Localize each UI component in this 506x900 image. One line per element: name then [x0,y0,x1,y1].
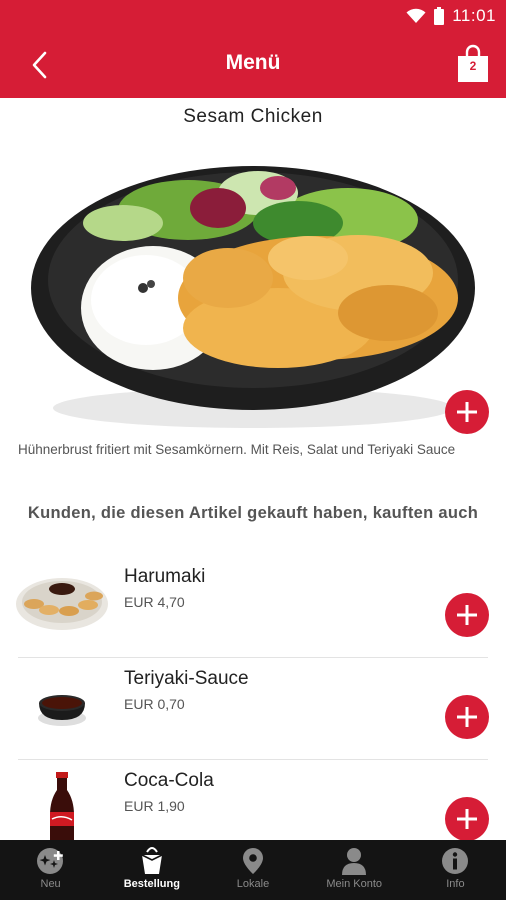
nav-label: Bestellung [123,878,180,890]
takeaway-box-icon [136,846,168,876]
add-teriyaki-sauce-button[interactable] [445,695,489,739]
cross-sell-item-coca-cola[interactable]: Coca-Cola EUR 1,90 [0,760,506,840]
bottom-navigation: Neu Bestellung Lokale Mein Konto Info [0,840,506,900]
plus-icon [457,707,477,727]
nav-item-neu[interactable]: Neu [0,840,101,900]
new-star-icon [35,846,67,876]
cross-sell-item-harumaki[interactable]: Harumaki EUR 4,70 [0,556,506,658]
nav-item-bestellung[interactable]: Bestellung [101,840,202,900]
app-bar: Menü 2 [0,32,506,98]
add-button-circle [445,390,489,434]
cart-button[interactable]: 2 [456,44,490,84]
cross-sell-heading: Kunden, die diesen Artikel gekauft haben… [27,504,479,522]
nav-label: Neu [40,878,61,890]
item-name: Harumaki [124,566,206,587]
add-product-button[interactable] [445,390,489,434]
add-harumaki-button[interactable] [445,593,489,637]
nav-label: Mein Konto [326,878,383,890]
location-pin-icon [237,846,269,876]
status-bar: 11:01 [0,0,506,32]
item-price: EUR 4,70 [124,594,185,610]
screen: 11:01 Menü 2 Sesam Chicken Hühnerbrust f… [0,0,506,900]
item-name: Coca-Cola [124,770,214,791]
info-icon [439,846,471,876]
plus-icon [457,809,477,829]
nav-item-lokale[interactable]: Lokale [202,840,303,900]
harumaki-image [16,578,108,630]
nav-item-info[interactable]: Info [405,840,506,900]
product-description: Hühnerbrust fritiert mit Sesamkörnern. M… [18,442,456,457]
plus-icon [457,605,477,625]
teriyaki-sauce-image [38,695,86,726]
item-price: EUR 0,70 [124,696,185,712]
page-title: Menü [225,51,281,74]
coca-cola-image [50,772,74,840]
cross-sell-item-teriyaki-sauce[interactable]: Teriyaki-Sauce EUR 0,70 [0,658,506,760]
wifi-icon [406,8,426,23]
add-coca-cola-button[interactable] [445,797,489,840]
plus-icon [457,402,477,422]
status-time: 11:01 [452,6,496,25]
product-title: Sesam Chicken [183,106,323,127]
nav-label: Info [446,878,465,890]
cart-count-badge: 2 [469,59,477,73]
nav-item-mein-konto[interactable]: Mein Konto [304,840,405,900]
product-detail: Sesam Chicken Hühnerbrust fritiert mit S… [0,98,506,840]
product-image [31,166,475,428]
nav-label: Lokale [236,878,270,890]
item-name: Teriyaki-Sauce [124,668,249,689]
status-icons: 11:01 [406,5,496,27]
item-price: EUR 1,90 [124,798,185,814]
battery-icon [434,7,445,25]
person-icon [338,846,370,876]
